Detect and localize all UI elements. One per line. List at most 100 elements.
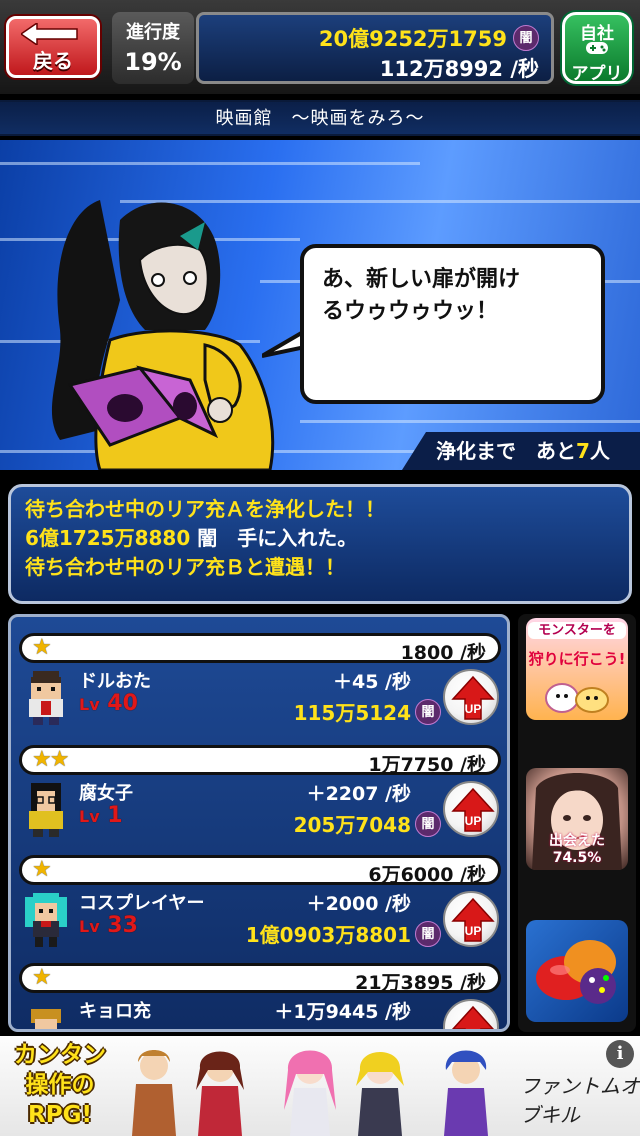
message-log: 待ち合わせ中のリア充Ａを浄化した！！ 6億1725万8880 闇 手に入れた。 … [8,484,632,604]
unit-name: ドルおた [79,671,151,692]
unit-header: ★★ 1万7750 /秒 [19,745,501,776]
dark-coin-icon: 闇 [415,920,441,947]
speech-line-2: るウゥウゥウッ！ [322,299,499,324]
star-icon: ★ [32,857,52,882]
unit-level-prefix: Lv [79,695,100,714]
unit-row-cosplayer: ★ 6万6000 /秒 コスプレイヤー Lv 33 ＋2000 /秒 1億090… [19,855,501,959]
purify-prefix: 浄化まで あと [436,439,576,463]
banner-character [132,1050,176,1136]
unit-header: ★ 21万3895 /秒 [19,963,501,994]
unit-level-prefix: Lv [79,917,100,936]
unit-increase: ＋45 /秒 [333,671,411,693]
back-label: 戻る [33,49,73,73]
up-arrow-icon: UP [451,1005,495,1029]
unit-body: コスプレイヤー Lv 33 ＋2000 /秒 1億0903万8801 闇 UP [19,885,501,957]
banner-copy: カンタン 操作の RPG! [4,1040,116,1130]
upgrade-button[interactable]: UP [443,999,499,1029]
unit-cost: 1億0903万8801 闇 [246,919,441,948]
upgrade-button[interactable]: UP [443,781,499,837]
story-scene: あ、新しい扉が開け るウゥウゥウッ！ 浄化まで あと7人 [0,140,640,470]
money-per-second: 112万8992 /秒 [379,57,539,81]
back-button[interactable]: 戻る [6,16,100,78]
own-apps-label-2: アプリ [571,64,623,84]
dark-coin-icon: 闇 [513,25,539,51]
back-arrow-icon [21,23,78,45]
unit-avatar [25,893,67,947]
banner-character [444,1050,488,1136]
banner-logo: ファントムオブキル [520,1074,640,1127]
upgrade-button[interactable]: UP [443,891,499,947]
unit-avatar [29,671,63,725]
unit-body: 腐女子 Lv 1 ＋2207 /秒 205万7048 闇 UP [19,775,501,847]
banner-character [196,1051,244,1136]
unit-level-prefix: Lv [79,807,100,826]
banner-copy-line-3: RPG! [28,1102,92,1128]
info-icon[interactable]: i [606,1040,634,1068]
unit-base-rate: 21万3895 /秒 [355,972,486,994]
star-icon: ★★ [32,747,69,772]
purify-remaining: 浄化まで あと7人 [402,432,640,470]
star-icon: ★ [32,965,52,990]
banner-copy-line-1: カンタン [14,1042,106,1068]
unit-level: Lv 33 [79,913,138,938]
message-line-3: 待ち合わせ中のリア充Ｂと遭遇！！ [25,555,345,579]
message-line-2-text: 闇 手に入れた。 [190,526,358,550]
message-line-2: 6億1725万8880 闇 手に入れた。 [25,524,629,553]
unit-base-rate: 1800 /秒 [400,642,486,664]
dark-coin-icon: 闇 [415,698,441,725]
star-icon: ★ [32,635,52,660]
side-ad-2-text: 出会えた74.5% [549,833,605,866]
unit-increase: ＋2207 /秒 [306,783,411,805]
unit-list[interactable]: ★ 1800 /秒 ドルおた Lv 40 ＋45 /秒 115万5124 闇 U… [8,614,510,1032]
monster-icon [545,683,609,713]
banner-character [284,1050,336,1136]
message-line-1: 待ち合わせ中のリア充Ａを浄化した！！ [25,497,385,521]
candy-icon [536,940,616,1004]
unit-header: ★ 6万6000 /秒 [19,855,501,886]
unit-cost: 115万5124 闇 [294,697,441,726]
side-ad-monster[interactable]: モンスターを 狩りに行こう! [526,618,628,720]
unit-level: Lv 1 [79,803,123,828]
unit-level: Lv 40 [79,691,138,716]
unit-base-rate: 1万7750 /秒 [368,754,486,776]
unit-cost-value: 205万7048 [293,813,411,837]
speedline [0,162,420,165]
side-ad-1-line-2: 狩りに行こう! [528,650,626,668]
purify-suffix: 人 [589,439,610,463]
unit-header: ★ 1800 /秒 [19,633,501,664]
speech-bubble[interactable]: あ、新しい扉が開け るウゥウゥウッ！ [300,244,605,404]
top-bar: 戻る 進行度 19% 20億9252万1759 闇 112万8992 /秒 自社… [0,0,640,96]
location-title: 映画館 ～映画をみろ～ [0,100,640,136]
gamepad-icon [586,42,608,54]
speedline [300,420,640,423]
unit-name: キョロ充 [79,1001,151,1022]
up-arrow-icon: UP [451,787,495,832]
unit-avatar [31,1009,61,1029]
up-arrow-icon: UP [451,675,495,720]
banner-character [356,1052,404,1136]
up-arrow-icon: UP [451,897,495,942]
speech-line-1: あ、新しい扉が開け [322,267,521,292]
side-ad-column: モンスターを 狩りに行こう! 出会えた74.5% [518,614,636,1032]
own-apps-button[interactable]: 自社 アプリ [562,12,632,84]
progress-label: 進行度 [126,22,180,43]
unit-body: ドルおた Lv 40 ＋45 /秒 115万5124 闇 UP [19,663,501,735]
unit-row-kyorojuu: ★ 21万3895 /秒 キョロ充 ＋1万9445 /秒 UP [19,963,501,1029]
progress-value: 19% [124,48,182,76]
side-ad-candy[interactable] [526,920,628,1022]
unit-row-dollota: ★ 1800 /秒 ドルおた Lv 40 ＋45 /秒 115万5124 闇 U… [19,633,501,737]
unit-cost-value: 1億0903万8801 [245,923,411,947]
unit-level-value: 40 [107,691,138,716]
unit-row-fujoshi: ★★ 1万7750 /秒 腐女子 Lv 1 ＋2207 /秒 205万7048 … [19,745,501,849]
banner-copy-line-2: 操作の [25,1072,95,1098]
total-money: 20億9252万1759 闇 [319,23,539,53]
side-ad-photo[interactable]: 出会えた74.5% [526,768,628,870]
upgrade-button[interactable]: UP [443,669,499,725]
ad-banner[interactable]: カンタン 操作の RPG! ファントムオブキル i [0,1036,640,1136]
message-amount: 6億1725万8880 [25,526,191,550]
up-label: UP [465,924,482,938]
unit-level-value: 1 [107,803,123,828]
up-label: UP [465,702,482,716]
unit-increase: ＋1万9445 /秒 [274,1001,411,1023]
unit-cost: 205万7048 闇 [294,809,441,838]
